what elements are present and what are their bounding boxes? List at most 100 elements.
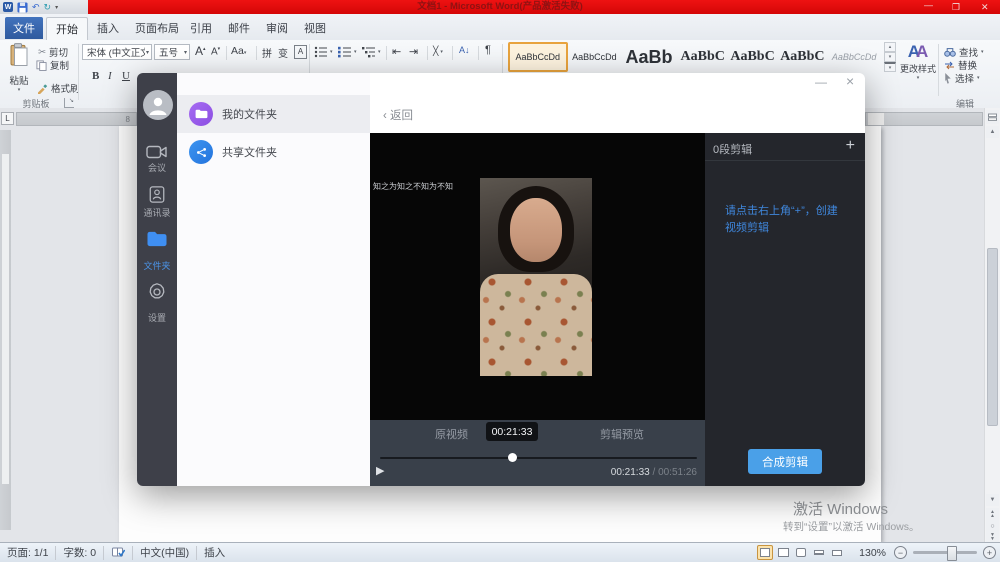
- change-styles-button[interactable]: AA 更改样式 ▾: [898, 42, 938, 81]
- language-indicator[interactable]: 中文(中国): [140, 545, 189, 560]
- show-marks-icon[interactable]: ¶: [485, 44, 491, 56]
- horizontal-ruler-left[interactable]: 8: [16, 112, 137, 126]
- character-shading-icon[interactable]: 变: [278, 45, 288, 60]
- find-button[interactable]: 查找▾: [944, 45, 984, 59]
- increase-indent-icon[interactable]: ⇥: [409, 45, 418, 58]
- sidebar-item-contacts-label[interactable]: 通讯录: [137, 206, 177, 219]
- change-case-button[interactable]: Aa▾: [231, 45, 246, 57]
- restore-button[interactable]: ❐: [952, 0, 960, 14]
- cut-button[interactable]: ✂ 剪切: [38, 45, 68, 59]
- tab-mailings[interactable]: 邮件: [220, 17, 258, 39]
- undo-icon[interactable]: ↶: [32, 2, 40, 12]
- redo-icon[interactable]: ↻: [44, 2, 52, 12]
- save-icon[interactable]: [17, 2, 28, 13]
- style-item[interactable]: AaBbCcDd: [828, 44, 880, 70]
- zoom-slider-handle[interactable]: [947, 546, 957, 561]
- tab-references[interactable]: 引用: [182, 17, 220, 39]
- style-item[interactable]: AaBbCcDd: [508, 42, 568, 72]
- clipboard-dialog-launcher[interactable]: ↘: [64, 98, 74, 108]
- sort-icon[interactable]: A↓: [459, 45, 470, 55]
- spell-check-icon[interactable]: [111, 547, 125, 558]
- tab-page-layout[interactable]: 页面布局: [130, 17, 184, 39]
- tab-home[interactable]: 开始: [46, 17, 88, 40]
- seek-bar[interactable]: [380, 457, 697, 459]
- gallery-scroll-up[interactable]: ▴: [884, 42, 896, 52]
- minimize-button[interactable]: —: [924, 0, 933, 12]
- horizontal-ruler-right[interactable]: [865, 112, 983, 126]
- scroll-up-arrow[interactable]: ▲: [986, 126, 999, 138]
- tab-review[interactable]: 审阅: [258, 17, 296, 39]
- back-button[interactable]: ‹ 返回: [383, 107, 413, 123]
- tab-clip-preview[interactable]: 剪辑预览: [600, 426, 644, 442]
- gallery-scroll-down[interactable]: ▾: [884, 52, 896, 62]
- zoom-slider[interactable]: [913, 551, 977, 554]
- style-item[interactable]: AaBb: [621, 44, 677, 70]
- close-button[interactable]: ✕: [981, 0, 989, 14]
- vertical-ruler[interactable]: [0, 130, 11, 530]
- shrink-font-button[interactable]: A▾: [211, 46, 220, 57]
- tab-selector[interactable]: L: [1, 112, 14, 125]
- decrease-indent-icon[interactable]: ⇤: [392, 45, 401, 58]
- scroll-down-arrow[interactable]: ▼: [986, 494, 999, 506]
- insert-mode[interactable]: 插入: [204, 545, 225, 560]
- app-minimize-button[interactable]: —: [815, 75, 827, 89]
- font-size-combo[interactable]: 五号 ▾: [154, 44, 190, 60]
- format-painter-button[interactable]: 格式刷: [36, 81, 80, 95]
- font-name-combo[interactable]: 宋体 (中文正文 ▾: [82, 44, 152, 60]
- sidebar-item-folders[interactable]: [146, 230, 168, 248]
- style-item[interactable]: AaBbC: [778, 44, 826, 70]
- sidebar-item-contacts[interactable]: [148, 185, 166, 204]
- page-indicator[interactable]: 页面: 1/1: [7, 545, 48, 560]
- select-button[interactable]: 选择▾: [944, 71, 980, 85]
- gallery-more-button[interactable]: ▾: [884, 62, 896, 72]
- seek-handle[interactable]: [508, 453, 517, 462]
- italic-button[interactable]: I: [108, 70, 112, 82]
- style-item[interactable]: AaBbC: [729, 44, 777, 70]
- sidebar-item-meeting-label[interactable]: 会议: [137, 161, 177, 174]
- grow-font-button[interactable]: A▴: [195, 44, 206, 58]
- phonetic-guide-icon[interactable]: 拼: [262, 45, 272, 60]
- print-layout-view-button[interactable]: [757, 545, 773, 560]
- scrollbar-thumb[interactable]: [987, 248, 998, 426]
- add-clip-button[interactable]: +: [846, 137, 855, 155]
- copy-button[interactable]: 复制: [36, 58, 69, 72]
- word-logo-icon[interactable]: W: [3, 2, 13, 12]
- bold-button[interactable]: B: [92, 70, 99, 82]
- vertical-scrollbar[interactable]: ▲ ▼ ▲▲ ○ ▼▼: [984, 108, 1000, 542]
- asian-layout-button[interactable]: ╳ ▾: [433, 46, 443, 57]
- zoom-in-button[interactable]: +: [983, 546, 996, 559]
- web-layout-view-button[interactable]: [793, 545, 809, 560]
- sidebar-item-meeting[interactable]: [146, 143, 168, 160]
- zoom-level[interactable]: 130%: [859, 547, 886, 559]
- tab-original-video[interactable]: 原视频: [435, 426, 468, 442]
- character-border-icon[interactable]: A: [294, 45, 307, 59]
- sidebar-item-settings-label[interactable]: 设置: [137, 311, 177, 324]
- list-item-my-folder[interactable]: 我的文件夹: [177, 95, 370, 133]
- ruler-toggle-button[interactable]: [986, 110, 999, 124]
- video-viewport[interactable]: 知之为知之不知为不知: [370, 133, 705, 420]
- tab-file[interactable]: 文件: [5, 17, 43, 39]
- multilevel-list-button[interactable]: ▾: [362, 46, 381, 58]
- draft-view-button[interactable]: [829, 545, 845, 560]
- fullscreen-reading-view-button[interactable]: [775, 545, 791, 560]
- qat-dropdown-icon[interactable]: ▾: [55, 4, 58, 11]
- replace-button[interactable]: 替换: [944, 58, 977, 72]
- tab-insert[interactable]: 插入: [90, 17, 126, 39]
- style-item[interactable]: AaBbCcDd: [570, 44, 620, 70]
- style-item[interactable]: AaBbC: [679, 44, 727, 70]
- previous-page-button[interactable]: ▲▲: [986, 508, 999, 520]
- compose-clips-button[interactable]: 合成剪辑: [748, 449, 822, 474]
- paste-button[interactable]: 粘贴 ▾: [4, 43, 34, 97]
- zoom-out-button[interactable]: −: [894, 546, 907, 559]
- sidebar-item-folders-label[interactable]: 文件夹: [137, 259, 177, 272]
- tab-view[interactable]: 视图: [296, 17, 334, 39]
- sidebar-item-settings[interactable]: [147, 282, 167, 302]
- app-close-button[interactable]: ×: [846, 73, 854, 89]
- bullets-button[interactable]: ▾: [314, 46, 333, 58]
- play-icon[interactable]: ▶: [376, 464, 384, 477]
- numbering-button[interactable]: ▾: [338, 46, 357, 58]
- word-count[interactable]: 字数: 0: [63, 545, 96, 560]
- outline-view-button[interactable]: [811, 545, 827, 560]
- list-item-shared-folder[interactable]: 共享文件夹: [177, 133, 370, 171]
- underline-button[interactable]: U: [122, 70, 130, 82]
